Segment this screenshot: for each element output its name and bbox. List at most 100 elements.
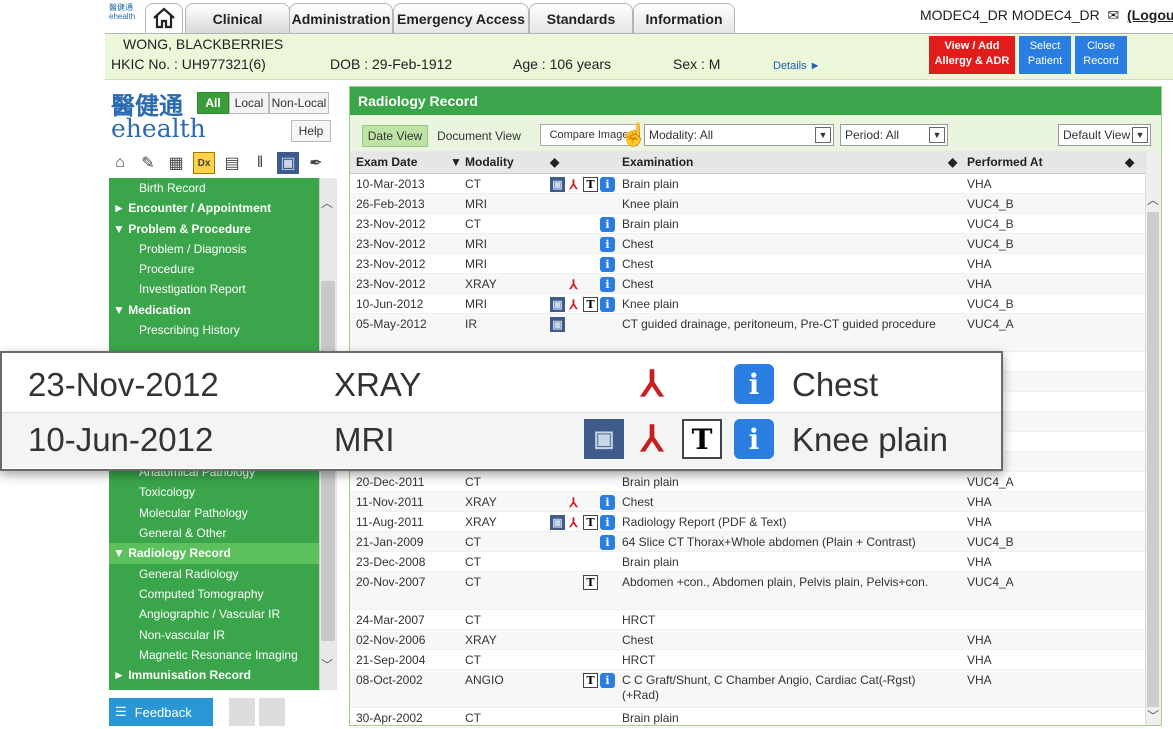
tree-item[interactable]: ▼ Medication [109, 300, 319, 320]
printer-icon[interactable]: ▤ [221, 152, 243, 174]
close-record-button[interactable]: Close Record [1075, 36, 1127, 74]
info-icon[interactable]: i [600, 257, 615, 272]
tree-item[interactable]: ▼ Problem & Procedure [109, 219, 319, 239]
table-row[interactable]: 23-Nov-2012 CT i Brain plain VUC4_B [350, 214, 1145, 234]
period-select[interactable]: Period: All ▼ [840, 124, 948, 146]
tree-item[interactable]: Non-vascular IR [109, 625, 319, 645]
table-row[interactable]: 30-Apr-2002 CT Brain plain [350, 708, 1145, 728]
tab-clinical[interactable]: Clinical [185, 3, 290, 33]
chevron-up-icon[interactable]: ︿ [1147, 191, 1159, 208]
info-icon[interactable]: i [600, 535, 615, 550]
table-row[interactable]: 26-Feb-2013 MRI Knee plain VUC4_B [350, 194, 1145, 214]
tab-administration[interactable]: Administration [289, 3, 393, 33]
image-thumbnail-icon[interactable]: ▣ [550, 515, 565, 530]
pdf-icon[interactable]: ⅄ [632, 418, 672, 459]
table-row[interactable]: 23-Nov-2012 MRI i Chest VHA [350, 254, 1145, 274]
table-row[interactable]: 10-Jun-2012 MRI ▣ ⅄ Ti Knee plain VUC4_B [350, 294, 1145, 314]
tree-item[interactable]: ▼ Radiology Record [109, 543, 319, 564]
scope-all-button[interactable]: All [197, 92, 229, 114]
tree-item[interactable]: Magnetic Resonance Imaging [109, 645, 319, 665]
info-icon[interactable]: i [600, 515, 615, 530]
scope-local-button[interactable]: Local [229, 92, 269, 114]
table-row[interactable]: 20-Dec-2011 CT Brain plain VUC4_A [350, 472, 1145, 492]
tree-item[interactable]: Toxicology [109, 482, 319, 502]
column-modality[interactable]: Modality [465, 155, 514, 169]
tree-item[interactable]: ► Immunisation Record [109, 665, 319, 685]
table-row[interactable]: 11-Nov-2011 XRAY ⅄ i Chest VHA [350, 492, 1145, 512]
pdf-icon[interactable]: ⅄ [566, 177, 581, 192]
tree-item[interactable]: ► Encounter / Appointment [109, 198, 319, 218]
info-icon[interactable]: i [734, 419, 774, 459]
info-icon[interactable]: i [600, 237, 615, 252]
column-performed-at[interactable]: Performed At [967, 155, 1043, 169]
date-view-button[interactable]: Date View [362, 125, 428, 147]
help-button[interactable]: Help [291, 120, 331, 142]
tab-information[interactable]: Information [633, 3, 735, 33]
chevron-up-icon[interactable]: ︿ [321, 194, 333, 211]
info-icon[interactable]: i [600, 217, 615, 232]
info-icon[interactable]: i [600, 495, 615, 510]
text-report-icon[interactable]: T [583, 297, 598, 312]
table-row[interactable]: 23-Dec-2008 CT Brain plain VHA [350, 552, 1145, 572]
logout-link[interactable]: (Logout [1127, 7, 1173, 23]
text-report-icon[interactable]: T [583, 575, 598, 590]
table-row[interactable]: 23-Nov-2012 MRI i Chest VUC4_B [350, 234, 1145, 254]
sort-desc-icon[interactable]: ▼ [450, 155, 462, 169]
table-row[interactable]: 24-Mar-2007 CT HRCT [350, 610, 1145, 630]
table-row[interactable]: 08-Oct-2002 ANGIO Ti C C Graft/Shunt, C Cha… [350, 670, 1145, 708]
tree-item[interactable]: Angiographic / Vascular IR [109, 604, 319, 624]
info-icon[interactable]: i [734, 364, 774, 404]
pdf-icon[interactable]: ⅄ [566, 515, 581, 530]
info-icon[interactable]: i [600, 277, 615, 292]
lab-tubes-icon[interactable]: ‖ [249, 152, 271, 174]
radiology-film-icon[interactable]: ▣ [277, 152, 299, 174]
sort-icon[interactable]: ◆ [948, 155, 957, 169]
feedback-button[interactable]: ☰ Feedback [109, 698, 213, 726]
home-tab[interactable] [145, 3, 183, 33]
scope-nonlocal-button[interactable]: Non-Local [269, 92, 329, 114]
tree-item[interactable]: Computed Tomography [109, 584, 319, 604]
tab-standards[interactable]: Standards [529, 3, 633, 33]
pdf-icon[interactable]: ⅄ [566, 277, 581, 292]
table-row[interactable]: 21-Sep-2004 CT HRCT VHA [350, 650, 1145, 670]
thumbs-up-icon[interactable] [229, 698, 255, 726]
image-thumbnail-icon[interactable]: ▣ [550, 177, 565, 192]
pdf-icon[interactable]: ⅄ [566, 495, 581, 510]
sort-icon[interactable]: ◆ [1125, 155, 1134, 169]
column-exam-date[interactable]: Exam Date [356, 155, 417, 169]
document-view-button[interactable]: Document View [430, 125, 528, 147]
default-view-select[interactable]: Default View ▼ [1058, 124, 1151, 146]
chevron-down-icon[interactable]: ﹀ [321, 656, 333, 673]
tree-item[interactable]: Birth Record [109, 178, 319, 198]
table-row[interactable]: 10-Mar-2013 CT ▣ ⅄ Ti Brain plain VHA [350, 174, 1145, 194]
table-row[interactable]: 21-Jan-2009 CT i 64 Slice CT Thorax+Whole a… [350, 532, 1145, 552]
tree-item[interactable]: Prescribing History [109, 320, 319, 340]
pdf-icon[interactable]: ⅄ [566, 297, 581, 312]
pen-icon[interactable]: ✒ [305, 152, 327, 174]
table-row[interactable]: 05-May-2012 IR ▣ CT guided drainage, perito… [350, 314, 1145, 352]
mail-icon[interactable]: ✉ [1104, 7, 1124, 23]
select-patient-button[interactable]: Select Patient [1019, 36, 1071, 74]
info-icon[interactable]: i [600, 297, 615, 312]
table-row[interactable]: 23-Nov-2012 XRAY ⅄ i Chest VHA [350, 274, 1145, 294]
text-report-icon[interactable]: T [583, 515, 598, 530]
text-report-icon[interactable]: T [682, 419, 722, 459]
text-report-icon[interactable]: T [583, 673, 598, 688]
text-report-icon[interactable]: T [583, 177, 598, 192]
table-row[interactable]: 20-Nov-2007 CT T Abdomen +con., Abdomen pla… [350, 572, 1145, 610]
tree-item[interactable]: Problem / Diagnosis [109, 239, 319, 259]
tree-item[interactable]: Investigation Report [109, 279, 319, 299]
sort-icon[interactable]: ◆ [550, 155, 559, 169]
home-icon[interactable]: ⌂ [109, 152, 131, 174]
tree-item[interactable]: Molecular Pathology [109, 503, 319, 523]
tab-emergency-access[interactable]: Emergency Access [393, 3, 529, 33]
chevron-down-icon[interactable]: ﹀ [1147, 707, 1159, 724]
column-examination[interactable]: Examination [622, 155, 693, 169]
view-add-allergy-button[interactable]: View / Add Allergy & ADR [929, 36, 1015, 74]
modality-select[interactable]: Modality: All ▼ [644, 124, 834, 146]
edit-note-icon[interactable]: ✎ [137, 152, 159, 174]
tree-item[interactable]: General & Other [109, 523, 319, 543]
details-link[interactable]: Details ► [773, 60, 821, 72]
info-icon[interactable]: i [600, 177, 615, 192]
image-thumbnail-icon[interactable]: ▣ [584, 419, 624, 459]
